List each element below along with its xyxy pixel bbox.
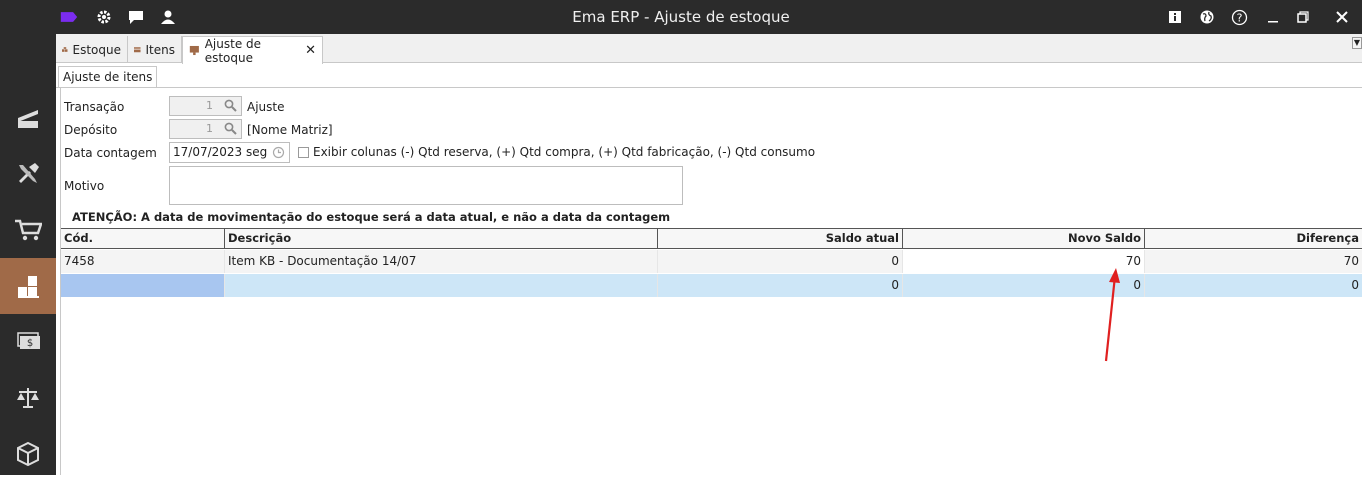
motivo-label: Motivo (64, 179, 105, 193)
subtab-ajuste-de-itens[interactable]: Ajuste de itens (58, 66, 158, 88)
cell-diferenca[interactable]: 0 (1145, 274, 1362, 297)
deposito-field[interactable]: 1 (169, 119, 242, 139)
cell-saldo-atual[interactable]: 0 (658, 250, 903, 273)
sidebar-item-scale[interactable] (0, 370, 56, 426)
cell-descricao[interactable]: Item KB - Documentação 14/07 (225, 250, 658, 273)
help-icon[interactable]: ? (1230, 8, 1248, 26)
cell-cod[interactable]: 7458 (61, 250, 225, 273)
tools-icon (19, 163, 39, 183)
tab-list-dropdown-icon[interactable]: ▼ (1352, 37, 1362, 49)
data-contagem-label: Data contagem (64, 146, 157, 160)
col-header-saldo-atual[interactable]: Saldo atual (658, 229, 903, 249)
globe-icon[interactable] (1198, 8, 1216, 26)
package-icon (17, 441, 39, 467)
warehouse-icon (62, 47, 68, 52)
scale-icon (17, 388, 39, 408)
box-icon (134, 47, 141, 53)
close-icon[interactable] (1333, 8, 1351, 26)
tab-bar: Estoque Itens Ajuste de estoque ✕ ▼ (56, 34, 1362, 65)
items-table: Cód. Descrição Saldo atual Novo Saldo Di… (61, 228, 1362, 421)
sidebar-item-tools[interactable] (0, 146, 56, 202)
sidebar: $ (0, 34, 56, 475)
tab-label: Itens (145, 42, 175, 57)
search-icon[interactable] (224, 122, 237, 135)
cell-novo-saldo[interactable]: 70 (903, 250, 1145, 273)
tab-ajuste-de-estoque[interactable]: Ajuste de estoque ✕ (182, 36, 323, 65)
col-header-cod[interactable]: Cód. (61, 229, 225, 249)
sidebar-item-finance[interactable]: $ (0, 314, 56, 370)
deposito-text: [Nome Matriz] (247, 123, 333, 137)
sidebar-item-stock[interactable] (0, 258, 56, 314)
table-row[interactable]: 0 0 0 (61, 274, 1362, 297)
transacao-value: 1 (206, 99, 213, 112)
sidebar-item-package[interactable] (0, 426, 56, 482)
cell-diferenca[interactable]: 70 (1145, 250, 1362, 273)
exibir-colunas-label: Exibir colunas (-) Qtd reserva, (+) Qtd … (313, 145, 816, 159)
dashboard-icon (18, 110, 38, 128)
info-icon[interactable] (1166, 8, 1184, 26)
warning-message: ATENÇÃO: A data de movimentação do estoq… (72, 210, 671, 224)
tab-close-icon[interactable]: ✕ (305, 43, 316, 58)
transacao-field[interactable]: 1 (169, 96, 242, 116)
cart-icon (15, 219, 42, 241)
cell-saldo-atual[interactable]: 0 (658, 274, 903, 297)
motivo-input[interactable] (169, 166, 683, 205)
main-panel: Estoque Itens Ajuste de estoque ✕ ▼ Ajus… (56, 34, 1362, 475)
clock-icon[interactable] (272, 146, 285, 159)
search-icon[interactable] (224, 99, 237, 112)
restore-icon[interactable] (1294, 8, 1312, 26)
deposito-label: Depósito (64, 123, 118, 137)
svg-text:$: $ (27, 338, 33, 349)
title-bar: Ema ERP - Ajuste de estoque ? (0, 0, 1362, 34)
data-contagem-field[interactable]: 17/07/2023 seg (169, 142, 290, 163)
tab-label: Estoque (72, 42, 122, 57)
tab-label: Ajuste de estoque (204, 36, 262, 65)
col-header-diferenca[interactable]: Diferença (1145, 229, 1362, 249)
cell-cod[interactable] (61, 274, 225, 297)
transacao-text: Ajuste (247, 100, 285, 114)
exibir-colunas-checkbox[interactable] (298, 147, 309, 158)
col-header-novo-saldo[interactable]: Novo Saldo (903, 229, 1145, 249)
minimize-icon[interactable] (1264, 8, 1282, 26)
svg-text:?: ? (1236, 11, 1242, 24)
adjust-icon (189, 45, 199, 56)
tab-estoque[interactable]: Estoque (56, 36, 128, 63)
stock-icon (18, 276, 39, 298)
data-contagem-value: 17/07/2023 seg (173, 145, 268, 159)
money-icon: $ (17, 332, 40, 349)
sidebar-item-cart[interactable] (0, 202, 56, 258)
tab-itens[interactable]: Itens (128, 36, 182, 63)
form-area: Transação 1 Ajuste Depósito 1 [Nome Matr… (60, 88, 1362, 475)
deposito-value: 1 (206, 122, 213, 135)
cell-descricao[interactable] (225, 274, 658, 297)
window-title: Ema ERP - Ajuste de estoque (572, 8, 790, 26)
col-header-descricao[interactable]: Descrição (225, 229, 658, 249)
sidebar-item-dashboard[interactable] (0, 90, 56, 146)
cell-novo-saldo[interactable]: 0 (903, 274, 1145, 297)
transacao-label: Transação (64, 100, 125, 114)
table-row[interactable]: 7458 Item KB - Documentação 14/07 0 70 7… (61, 250, 1362, 273)
